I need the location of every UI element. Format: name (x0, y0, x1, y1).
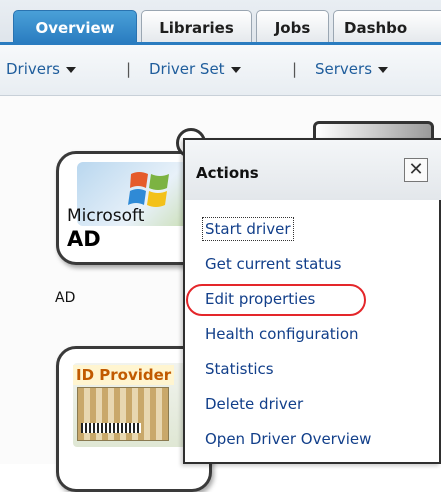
action-get-current-status[interactable]: Get current status (205, 255, 341, 273)
tab-bar: Overview Libraries Jobs Dashbo (0, 0, 441, 43)
action-open-driver-overview[interactable]: Open Driver Overview (205, 430, 371, 448)
close-icon[interactable]: ✕ (404, 158, 428, 182)
servers-menu[interactable]: Servers (315, 60, 389, 78)
servers-menu-label: Servers (315, 60, 373, 78)
tab-overview[interactable]: Overview (13, 10, 137, 43)
actions-popup-header: Actions ✕ (185, 140, 441, 200)
id-provider-title: ID Provider (73, 365, 175, 385)
ad-driver-label: AD (55, 290, 76, 306)
action-statistics[interactable]: Statistics (205, 360, 274, 378)
action-health-configuration[interactable]: Health configuration (205, 325, 359, 343)
ad-driver-title: Microsoft (67, 206, 145, 226)
nav-separator: | (126, 60, 132, 78)
drivers-menu[interactable]: Drivers (6, 60, 76, 78)
tab-dashboard[interactable]: Dashbo (333, 10, 441, 43)
tab-libraries[interactable]: Libraries (141, 10, 252, 43)
tab-jobs[interactable]: Jobs (256, 10, 329, 43)
drivers-menu-label: Drivers (6, 60, 60, 78)
driver-set-menu-label: Driver Set (149, 60, 225, 78)
nav-separator: | (292, 60, 298, 78)
edit-properties-highlight (186, 284, 366, 316)
chevron-down-icon (378, 66, 389, 73)
action-delete-driver[interactable]: Delete driver (205, 395, 303, 413)
secondary-nav: Drivers | Driver Set | Servers (0, 45, 441, 96)
actions-popup-title: Actions (196, 164, 259, 182)
chevron-down-icon (65, 66, 76, 73)
barcode-icon (81, 423, 141, 433)
ad-driver-subtitle: AD (67, 227, 101, 251)
driver-set-menu[interactable]: Driver Set (149, 60, 241, 78)
action-start-driver[interactable]: Start driver (202, 217, 294, 241)
chevron-down-icon (230, 66, 241, 73)
